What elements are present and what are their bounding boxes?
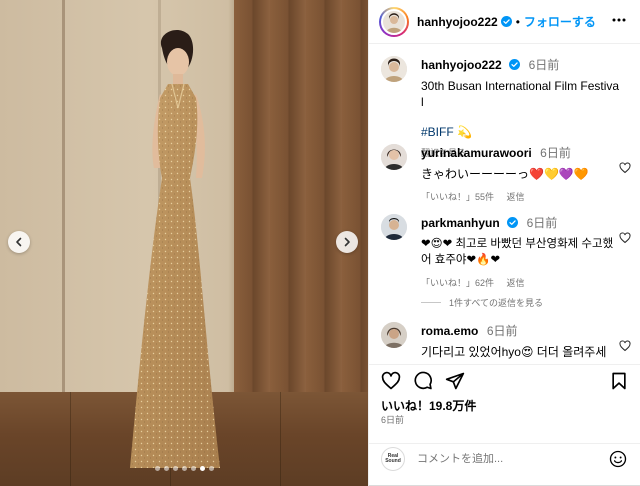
comments-list[interactable]: hanhyojoo222 6日前 30th Busan Internationa…	[369, 44, 640, 364]
comment-text: きゃわいーーーーっ❤️💛💜🧡	[421, 167, 589, 181]
heart-outline-icon[interactable]	[619, 340, 631, 352]
comment-time[interactable]: 6日前	[487, 324, 518, 338]
comment-bubble-icon[interactable]	[413, 371, 433, 391]
reply-button[interactable]: 返信	[507, 192, 525, 202]
wall-seam	[62, 0, 65, 400]
comment-username[interactable]: yurinakamurawoori	[421, 146, 532, 160]
verified-badge-icon	[507, 217, 519, 228]
author-avatar-ring[interactable]	[379, 6, 409, 37]
comment-text: 기다리고 있었어hyo😍 더더 올려주세	[421, 345, 607, 359]
view-replies-label: 1件すべての返信を見る	[449, 298, 544, 308]
caption-hashtags: #BIFF 💫	[421, 124, 621, 140]
comment-meta: 「いいね！」62件 返信	[421, 276, 621, 289]
carousel-dot	[199, 466, 205, 471]
carousel-dot	[208, 466, 214, 471]
post-actions: いいね！19.8万件 6日前 Real Sound	[369, 364, 640, 472]
floor-seam	[280, 392, 281, 486]
chevron-right-icon	[344, 237, 350, 247]
hashtag-link[interactable]: #BIFF	[421, 125, 454, 139]
view-replies-button[interactable]: 1件すべての返信を見る	[421, 296, 543, 309]
like-count[interactable]: いいね！19.8万件	[381, 397, 476, 414]
caption-username[interactable]: hanhyojoo222	[421, 58, 502, 72]
reply-button[interactable]: 返信	[507, 278, 525, 288]
comment-time[interactable]: 6日前	[540, 146, 571, 160]
carousel-dot	[172, 466, 178, 471]
previous-slide-button[interactable]	[8, 231, 30, 253]
post-date[interactable]: 6日前	[381, 413, 404, 426]
comment-meta: 「いいね！」55件 返信	[421, 190, 621, 203]
verified-badge-icon	[509, 59, 521, 70]
more-options-icon[interactable]	[611, 12, 627, 28]
wood-paneling	[234, 0, 368, 400]
caption-text: 30th Busan International Film Festival	[421, 79, 620, 109]
heart-outline-icon[interactable]	[619, 232, 631, 244]
carousel-dot	[154, 466, 160, 471]
add-comment-input[interactable]	[417, 452, 597, 465]
commenter-avatar[interactable]	[381, 214, 407, 240]
follow-button[interactable]: フォローする	[524, 13, 596, 30]
carousel-dot	[190, 466, 196, 471]
carousel-dot	[181, 466, 187, 471]
verified-badge-icon	[500, 16, 512, 27]
avatar-logo-line: Sound	[385, 457, 401, 464]
author-username[interactable]: hanhyojoo222	[417, 15, 498, 29]
emoji-smiley-icon[interactable]	[609, 450, 627, 468]
chevron-left-icon	[16, 237, 22, 247]
caption-time[interactable]: 6日前	[529, 58, 560, 72]
comment-username[interactable]: parkmanhyun	[421, 216, 500, 230]
woman-in-gold-gown-figure	[130, 29, 220, 468]
share-paper-plane-icon[interactable]	[445, 371, 465, 391]
save-bookmark-icon[interactable]	[609, 371, 629, 391]
next-slide-button[interactable]	[336, 231, 358, 253]
like-heart-icon[interactable]	[381, 371, 401, 391]
dot-separator: •	[515, 14, 520, 29]
comment-likes[interactable]: 「いいね！」62件	[421, 278, 494, 288]
comment-time[interactable]: 6日前	[527, 216, 558, 230]
post-sidebar: hanhyojoo222 • フォローする hanhyojoo222 6日前 3…	[368, 0, 640, 486]
post-photo[interactable]	[0, 0, 368, 486]
add-comment-bar: Real Sound	[369, 443, 640, 473]
author-avatar[interactable]	[381, 56, 407, 82]
commenter-avatar[interactable]	[381, 322, 407, 348]
hashtag-emoji: 💫	[457, 125, 472, 139]
commenter-avatar[interactable]	[381, 144, 407, 170]
comment-username[interactable]: roma.emo	[421, 324, 478, 338]
heart-outline-icon[interactable]	[619, 162, 631, 174]
current-user-avatar: Real Sound	[381, 446, 405, 471]
replies-divider	[421, 302, 441, 303]
carousel-dot	[163, 466, 169, 471]
instagram-post: hanhyojoo222 • フォローする hanhyojoo222 6日前 3…	[0, 0, 640, 486]
post-header: hanhyojoo222 • フォローする	[369, 0, 640, 44]
author-avatar	[381, 8, 407, 35]
floor-seam	[70, 392, 71, 486]
carousel-indicator	[0, 466, 368, 471]
comment-text: ❤😍❤ 최고로 바빴던 부산영화제 수고했어 효주야❤🔥❤	[421, 238, 614, 266]
comment-likes[interactable]: 「いいね！」55件	[421, 192, 494, 202]
